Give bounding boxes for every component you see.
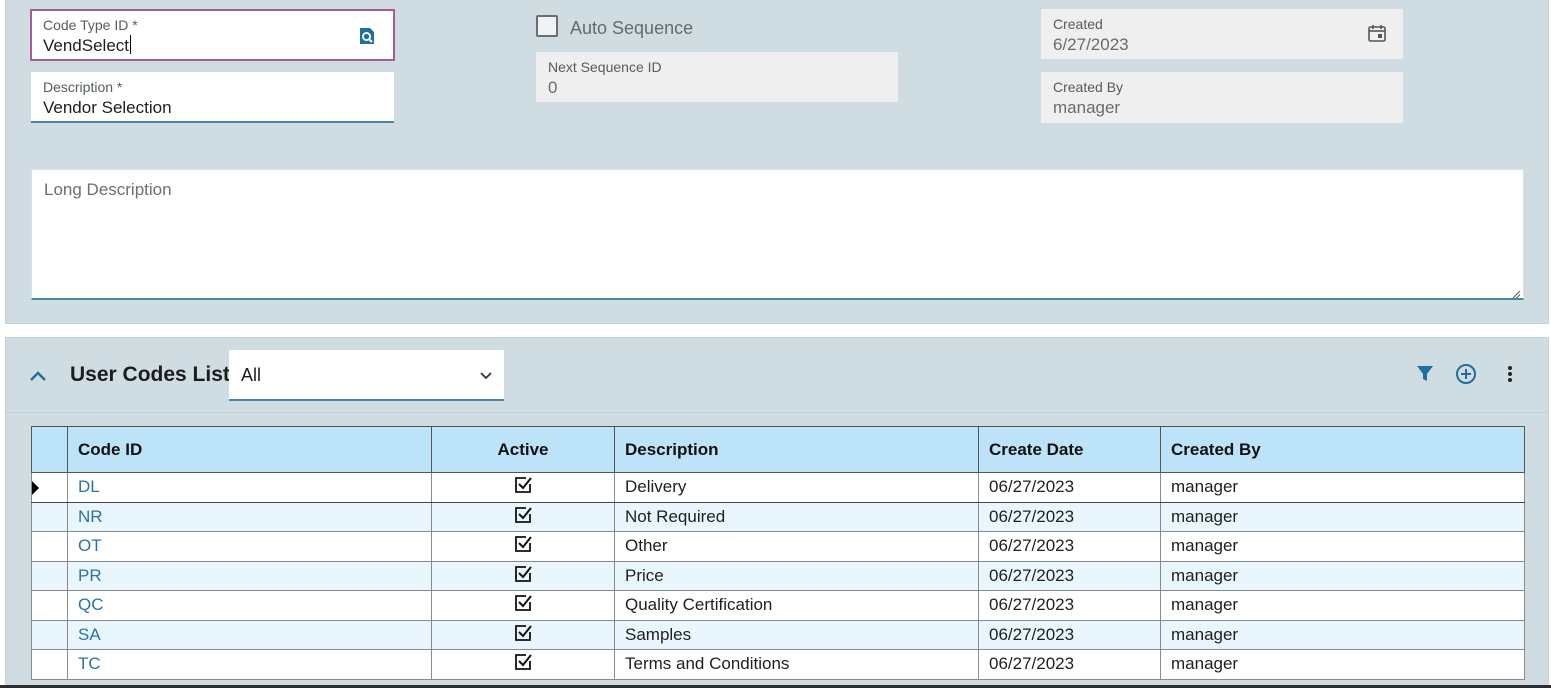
code-type-id-value[interactable]: VendSelect bbox=[43, 36, 129, 55]
cell-code-id[interactable]: OT bbox=[67, 531, 432, 562]
next-sequence-id-value: 0 bbox=[548, 78, 558, 97]
table-row[interactable]: PR Price 06/27/2023 manager bbox=[31, 560, 1525, 591]
table-row[interactable]: SA Samples 06/27/2023 manager bbox=[31, 619, 1525, 650]
cell-create-date[interactable]: 06/27/2023 bbox=[978, 501, 1161, 532]
cell-created-by[interactable]: manager bbox=[1160, 560, 1525, 591]
chevron-down-icon[interactable] bbox=[478, 367, 494, 383]
cell-created-by[interactable]: manager bbox=[1160, 501, 1525, 532]
next-sequence-id-label: Next Sequence ID bbox=[548, 59, 662, 75]
cell-description[interactable]: Price bbox=[614, 560, 979, 591]
cell-created-by[interactable]: manager bbox=[1160, 590, 1525, 621]
created-value: 6/27/2023 bbox=[1053, 35, 1129, 54]
cell-active[interactable] bbox=[431, 560, 615, 591]
column-header-description[interactable]: Description bbox=[614, 426, 979, 473]
auto-sequence-label: Auto Sequence bbox=[570, 18, 694, 38]
created-field: Created 6/27/2023 bbox=[1041, 9, 1403, 59]
code-type-id-label: Code Type ID * bbox=[43, 17, 138, 33]
cell-active[interactable] bbox=[431, 649, 615, 680]
list-filter-value[interactable]: All bbox=[241, 365, 261, 386]
cell-create-date[interactable]: 06/27/2023 bbox=[978, 560, 1161, 591]
more-vertical-icon[interactable] bbox=[1499, 363, 1521, 385]
list-filter-select[interactable]: All bbox=[229, 350, 504, 401]
checkbox-checked-icon[interactable] bbox=[513, 475, 533, 499]
resize-grip-icon[interactable] bbox=[1511, 286, 1521, 299]
description-field[interactable]: Description * Vendor Selection bbox=[31, 72, 394, 123]
auto-sequence-checkbox[interactable] bbox=[536, 15, 558, 37]
cell-code-id[interactable]: QC bbox=[67, 590, 432, 621]
user-codes-table: Code ID Active Description Create Date C… bbox=[31, 426, 1525, 680]
checkbox-checked-icon[interactable] bbox=[513, 652, 533, 676]
chevron-up-icon[interactable] bbox=[27, 365, 49, 387]
cell-create-date[interactable]: 06/27/2023 bbox=[978, 472, 1161, 503]
table-header-row: Code ID Active Description Create Date C… bbox=[31, 426, 1525, 473]
cell-code-id[interactable]: PR bbox=[67, 560, 432, 591]
cell-description[interactable]: Not Required bbox=[614, 501, 979, 532]
table-row[interactable]: NR Not Required 06/27/2023 manager bbox=[31, 501, 1525, 532]
row-selector-header[interactable] bbox=[31, 426, 68, 473]
created-by-value: manager bbox=[1053, 98, 1121, 117]
cell-active[interactable] bbox=[431, 472, 615, 503]
row-selector[interactable] bbox=[31, 619, 68, 650]
filter-icon[interactable] bbox=[1414, 363, 1436, 385]
cell-create-date[interactable]: 06/27/2023 bbox=[978, 619, 1161, 650]
add-circle-icon[interactable] bbox=[1455, 363, 1477, 385]
row-selector[interactable] bbox=[31, 560, 68, 591]
row-selector[interactable] bbox=[31, 590, 68, 621]
cell-create-date[interactable]: 06/27/2023 bbox=[978, 649, 1161, 680]
description-value[interactable]: Vendor Selection bbox=[43, 97, 382, 119]
cell-description[interactable]: Terms and Conditions bbox=[614, 649, 979, 680]
cell-description[interactable]: Samples bbox=[614, 619, 979, 650]
column-header-created-by[interactable]: Created By bbox=[1160, 426, 1525, 473]
checkbox-checked-icon[interactable] bbox=[513, 505, 533, 529]
row-selector[interactable] bbox=[31, 531, 68, 562]
cell-code-id[interactable]: DL bbox=[67, 472, 432, 503]
created-by-label: Created By bbox=[1053, 79, 1124, 95]
checkbox-checked-icon[interactable] bbox=[513, 593, 533, 617]
column-header-active[interactable]: Active bbox=[431, 426, 615, 473]
table-row[interactable]: DL Delivery 06/27/2023 manager bbox=[31, 472, 1525, 503]
table-row[interactable]: OT Other 06/27/2023 manager bbox=[31, 531, 1525, 562]
created-by-field: Created By manager bbox=[1041, 72, 1403, 123]
cell-active[interactable] bbox=[431, 531, 615, 562]
row-selector[interactable] bbox=[31, 649, 68, 680]
cell-description[interactable]: Delivery bbox=[614, 472, 979, 503]
checkbox-checked-icon[interactable] bbox=[513, 534, 533, 558]
cell-code-id[interactable]: SA bbox=[67, 619, 432, 650]
table-row[interactable]: TC Terms and Conditions 06/27/2023 manager bbox=[31, 649, 1525, 680]
row-selector[interactable] bbox=[31, 472, 68, 503]
row-selector[interactable] bbox=[31, 501, 68, 532]
cell-create-date[interactable]: 06/27/2023 bbox=[978, 531, 1161, 562]
cell-description[interactable]: Other bbox=[614, 531, 979, 562]
cell-create-date[interactable]: 06/27/2023 bbox=[978, 590, 1161, 621]
table-row[interactable]: QC Quality Certification 06/27/2023 manager bbox=[31, 590, 1525, 621]
cell-created-by[interactable]: manager bbox=[1160, 619, 1525, 650]
column-header-create-date[interactable]: Create Date bbox=[978, 426, 1161, 473]
cell-code-id[interactable]: TC bbox=[67, 649, 432, 680]
cell-active[interactable] bbox=[431, 619, 615, 650]
checkbox-checked-icon[interactable] bbox=[513, 623, 533, 647]
cell-code-id[interactable]: NR bbox=[67, 501, 432, 532]
checkbox-checked-icon[interactable] bbox=[513, 564, 533, 588]
cell-created-by[interactable]: manager bbox=[1160, 472, 1525, 503]
cell-active[interactable] bbox=[431, 501, 615, 532]
lookup-search-icon[interactable] bbox=[357, 26, 377, 46]
panel-divider bbox=[5, 412, 1549, 413]
long-description-label: Long Description bbox=[44, 180, 172, 199]
description-label: Description * bbox=[43, 79, 123, 95]
created-label: Created bbox=[1053, 16, 1103, 32]
table-body: DL Delivery 06/27/2023 manager NR Not Require… bbox=[31, 472, 1525, 680]
long-description-textarea[interactable]: Long Description bbox=[31, 169, 1524, 300]
calendar-icon[interactable] bbox=[1367, 23, 1387, 43]
cell-description[interactable]: Quality Certification bbox=[614, 590, 979, 621]
code-type-id-field[interactable]: Code Type ID * VendSelect bbox=[30, 9, 395, 61]
user-codes-list-title: User Codes List bbox=[70, 363, 230, 386]
text-caret bbox=[130, 35, 132, 54]
next-sequence-id-field: Next Sequence ID 0 bbox=[536, 52, 898, 102]
cell-created-by[interactable]: manager bbox=[1160, 531, 1525, 562]
current-row-marker-icon bbox=[32, 481, 39, 495]
column-header-code-id[interactable]: Code ID bbox=[67, 426, 432, 473]
cell-created-by[interactable]: manager bbox=[1160, 649, 1525, 680]
cell-active[interactable] bbox=[431, 590, 615, 621]
